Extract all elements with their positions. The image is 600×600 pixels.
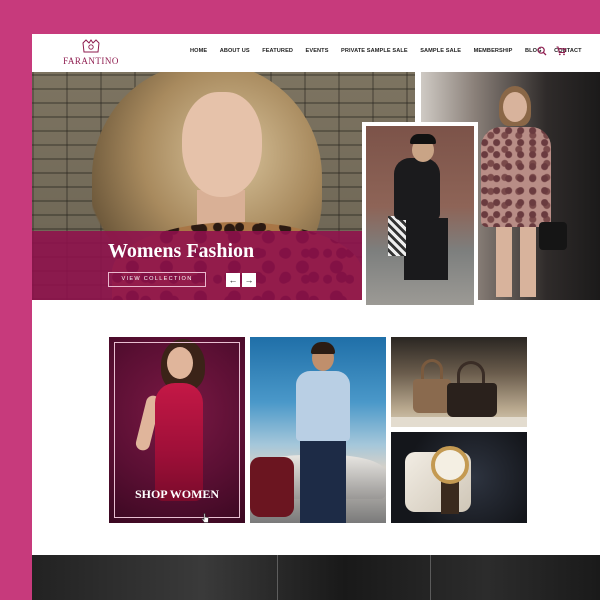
main-nav: HOME ABOUT US FEATURED EVENTS PRIVATE SA…: [190, 48, 594, 54]
nav-featured[interactable]: FEATURED: [262, 48, 293, 54]
runway-model-face: [503, 92, 527, 122]
runway-model-dress: [481, 127, 551, 227]
display-shelf: [391, 417, 527, 427]
slider-next-button[interactable]: →: [242, 273, 256, 287]
man-legs: [404, 218, 448, 280]
crest-icon: [82, 39, 100, 53]
runway-model-legs: [496, 227, 536, 297]
shop-bags-tile[interactable]: [391, 337, 527, 427]
hero-slide-image: Womens Fashion VIEW COLLECTION ← →: [32, 72, 415, 300]
runway-model-bag: [539, 222, 567, 250]
watch-face: [431, 446, 469, 484]
nav-private-sample-sale[interactable]: PRIVATE SAMPLE SALE: [341, 48, 408, 54]
man-cap: [410, 134, 436, 144]
nav-about-us[interactable]: ABOUT US: [220, 48, 250, 54]
nav-sample-sale[interactable]: SAMPLE SALE: [420, 48, 461, 54]
nav-home[interactable]: HOME: [190, 48, 207, 54]
cart-icon[interactable]: [556, 46, 566, 56]
logo[interactable]: FARANTINO: [62, 39, 120, 69]
model-face: [182, 92, 262, 197]
tan-bag: [413, 379, 451, 413]
hero-banner: Womens Fashion VIEW COLLECTION ← →: [32, 231, 362, 300]
shop-watches-tile[interactable]: [391, 432, 527, 523]
shop-women-label: SHOP WOMEN: [134, 487, 220, 501]
hero-inset-photo: [362, 122, 478, 309]
view-collection-button[interactable]: VIEW COLLECTION: [108, 272, 206, 287]
dark-bag: [447, 383, 497, 417]
brand-name: FARANTINO: [63, 56, 119, 66]
red-car-image: [250, 457, 294, 517]
footer-image-band: [32, 555, 600, 600]
man-hair: [311, 342, 335, 354]
man-trousers: [300, 439, 346, 523]
search-icon[interactable]: [537, 46, 547, 56]
hero-title: Womens Fashion: [108, 240, 255, 262]
page: FARANTINO HOME ABOUT US FEATURED EVENTS …: [32, 34, 600, 600]
shop-women-tile[interactable]: SHOP WOMEN: [109, 337, 245, 523]
man-jacket: [394, 158, 440, 220]
nav-events[interactable]: EVENTS: [306, 48, 329, 54]
streetwear-man-image: [366, 126, 474, 305]
shop-men-tile[interactable]: [250, 337, 386, 523]
slider-prev-button[interactable]: ←: [226, 273, 240, 287]
watch-strap: [441, 480, 459, 514]
man-plaid-shirt: [388, 216, 406, 256]
header: FARANTINO HOME ABOUT US FEATURED EVENTS …: [32, 34, 600, 72]
pointer-cursor-icon: [201, 513, 209, 523]
man-shirt: [296, 371, 350, 441]
band-divider: [430, 555, 431, 600]
nav-membership[interactable]: MEMBERSHIP: [474, 48, 513, 54]
band-divider: [277, 555, 278, 600]
